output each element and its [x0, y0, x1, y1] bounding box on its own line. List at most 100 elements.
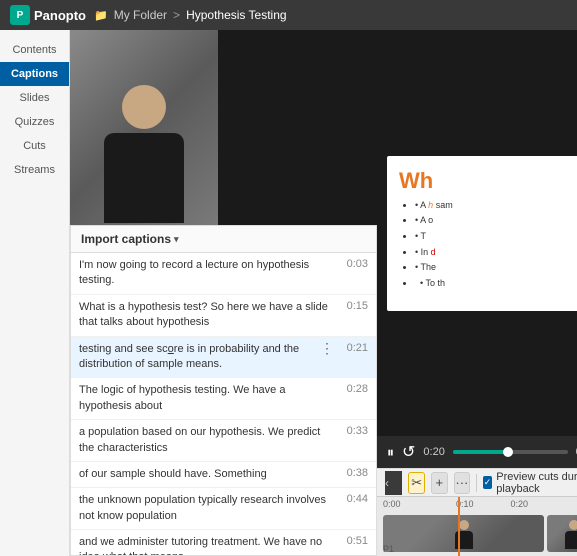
caption-time-5: 0:33 [340, 425, 368, 437]
pause-button[interactable]: ⏸ [387, 444, 394, 461]
caption-item-7[interactable]: the unknown population typically researc… [71, 488, 376, 530]
captions-list: I'm now going to record a lecture on hyp… [71, 253, 376, 555]
scissors-button[interactable]: ✂ [408, 472, 425, 494]
clip-thumb-body-secondary [565, 531, 577, 549]
caption-item-8[interactable]: and we administer tutoring treatment. We… [71, 530, 376, 555]
panopto-logo: P Panopto [10, 5, 86, 25]
add-button[interactable]: + [431, 472, 448, 494]
preview-cuts-checkbox[interactable]: ✓ [483, 476, 492, 489]
caption-text-3: testing and see score is in probability … [79, 342, 314, 373]
more-options-button[interactable]: ··· [454, 472, 471, 494]
clip-thumbnail-main [383, 515, 544, 552]
timeline-playhead[interactable] [458, 497, 460, 556]
slide-bullet-1: • A h sam [415, 200, 577, 212]
slide-bullet-5: • The [415, 262, 577, 274]
panopto-logo-text: Panopto [34, 8, 86, 23]
left-nav: Contents Captions Slides Quizzes Cuts St… [0, 30, 70, 556]
current-time: 0:20 [423, 446, 444, 458]
timeline-mark-0: 0:00 [383, 499, 438, 509]
timeline-mark-30: 0:30 [547, 499, 577, 509]
timeline-ruler: 0:00 0:10 0:20 0:30 [383, 499, 577, 509]
preview-cuts-text: Preview cuts during playback [496, 471, 577, 495]
caption-text-2: What is a hypothesis test? So here we ha… [79, 300, 334, 331]
slide-bullet-4: • In d [415, 247, 577, 259]
sidebar-item-streams[interactable]: Streams [0, 158, 69, 182]
p1-label: P1 [383, 544, 394, 554]
slide-title: Wh [399, 168, 577, 194]
top-bar: P Panopto 📁 My Folder > Hypothesis Testi… [0, 0, 577, 30]
slide-bullet-6: • To th [415, 278, 577, 290]
breadcrumb-separator: > [173, 8, 180, 22]
preview-cuts-label: ✓ Preview cuts during playback [483, 471, 577, 495]
progress-bar-fill [453, 450, 505, 454]
timeline-clip-main[interactable] [383, 515, 544, 552]
breadcrumb-folder[interactable]: My Folder [114, 8, 167, 22]
caption-text-6: of our sample should have. Something [79, 467, 334, 482]
progress-handle[interactable] [503, 447, 513, 457]
import-captions-label: Import captions [81, 232, 171, 246]
caption-time-6: 0:38 [340, 467, 368, 479]
main-content: Contents Captions Slides Quizzes Cuts St… [0, 30, 577, 556]
caption-menu-button-3[interactable]: ⋮ [320, 342, 334, 356]
caption-time-1: 0:03 [340, 258, 368, 270]
breadcrumb: 📁 My Folder > Hypothesis Testing [94, 8, 287, 22]
timeline: 0:00 0:10 0:20 0:30 [377, 496, 577, 556]
folder-icon: 📁 [94, 9, 108, 22]
slide-view: Wh • A h sam • A o • T • In d • The • To… [377, 30, 577, 436]
sidebar-item-cuts[interactable]: Cuts [0, 134, 69, 158]
rewind-button[interactable]: ↺ [402, 442, 415, 462]
import-captions-button[interactable]: Import captions ▾ [81, 232, 179, 246]
caption-item-4[interactable]: The logic of hypothesis testing. We have… [71, 378, 376, 420]
clip-thumb-person-secondary [562, 520, 577, 550]
slide-content: Wh • A h sam • A o • T • In d • The • To… [387, 156, 577, 311]
caption-text-7: the unknown population typically researc… [79, 493, 334, 524]
caption-text-8: and we administer tutoring treatment. We… [79, 535, 334, 555]
presenter-head [122, 85, 166, 129]
caption-item-2[interactable]: What is a hypothesis test? So here we ha… [71, 295, 376, 337]
clip-thumbnail-secondary [547, 515, 577, 552]
breadcrumb-current: Hypothesis Testing [186, 8, 287, 22]
captions-area: Import captions ▾ I'm now going to recor… [70, 225, 377, 556]
caption-item-1[interactable]: I'm now going to record a lecture on hyp… [71, 253, 376, 295]
caption-time-8: 0:51 [340, 535, 368, 547]
caption-text-4: The logic of hypothesis testing. We have… [79, 383, 334, 414]
video-top [70, 30, 377, 225]
camera-feed-image [70, 30, 218, 225]
caption-time-7: 0:44 [340, 493, 368, 505]
timeline-clips [383, 515, 577, 552]
presenter-body [104, 133, 184, 223]
timeline-container: 0:00 0:10 0:20 0:30 [377, 497, 577, 556]
caption-time-4: 0:28 [340, 383, 368, 395]
slide-bullets: • A h sam • A o • T • In d • The • To th [399, 200, 577, 290]
sidebar-item-quizzes[interactable]: Quizzes [0, 110, 69, 134]
timeline-mark-20: 0:20 [492, 499, 547, 509]
presenter-silhouette [99, 65, 189, 225]
slide-panel-mini [218, 30, 377, 225]
caption-text-5: a population based on our hypothesis. We… [79, 425, 334, 456]
panopto-logo-icon: P [10, 5, 30, 25]
captions-header: Import captions ▾ [71, 226, 376, 253]
bottom-toolbar: ‹ ✂ + ··· ✓ Preview cuts during playback [377, 468, 577, 496]
nav-back-button[interactable]: ‹ [385, 471, 402, 495]
timeline-mark-10: 0:10 [438, 499, 493, 509]
playback-controls: ⏸ ↺ 0:20 0:30 [377, 436, 577, 468]
caption-text-1: I'm now going to record a lecture on hyp… [79, 258, 334, 289]
clip-thumb-head-secondary [569, 520, 577, 530]
slide-bullet-3: • T [415, 231, 577, 243]
caption-item-3[interactable]: testing and see score is in probability … [71, 337, 376, 379]
toolbar-separator [476, 474, 477, 492]
sidebar-item-slides[interactable]: Slides [0, 86, 69, 110]
timeline-clip-secondary[interactable] [547, 515, 577, 552]
caption-time-3: 0:21 [340, 342, 368, 354]
progress-bar[interactable] [453, 450, 568, 454]
video-captions-panel: Import captions ▾ I'm now going to recor… [70, 30, 377, 556]
caption-item-6[interactable]: of our sample should have. Something 0:3… [71, 462, 376, 488]
caption-item-5[interactable]: a population based on our hypothesis. We… [71, 420, 376, 462]
sidebar-item-captions[interactable]: Captions [0, 62, 69, 86]
right-panel: Wh • A h sam • A o • T • In d • The • To… [377, 30, 577, 556]
caption-time-2: 0:15 [340, 300, 368, 312]
camera-feed [70, 30, 218, 225]
clip-thumb-head-main [459, 520, 469, 530]
sidebar-item-contents[interactable]: Contents [0, 38, 69, 62]
slide-bullet-2: • A o [415, 215, 577, 227]
